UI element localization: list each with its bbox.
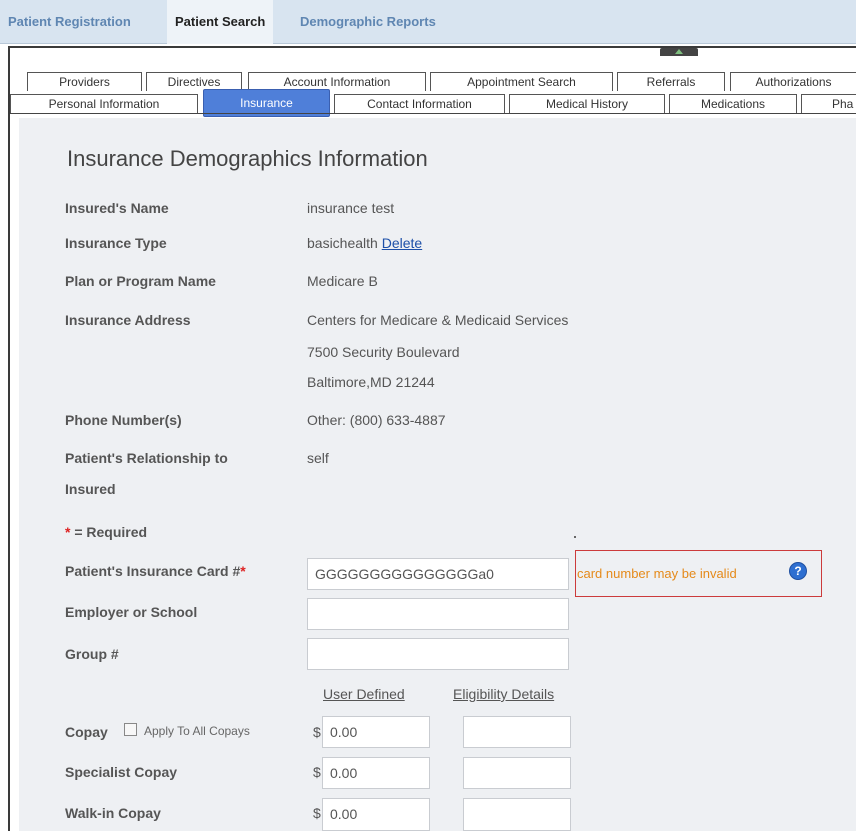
required-legend: * = Required (65, 524, 147, 540)
required-asterisk: * (65, 524, 71, 540)
tab-contact-information[interactable]: Contact Information (334, 94, 505, 113)
insured-name-label: Insured's Name (65, 200, 169, 216)
delete-link[interactable]: Delete (382, 235, 422, 251)
tab-personal-information[interactable]: Personal Information (10, 94, 198, 113)
copay-eligibility-input[interactable] (463, 716, 571, 748)
walkin-copay-currency: $ (313, 805, 321, 821)
specialist-eligibility-input[interactable] (463, 757, 571, 789)
walkin-eligibility-input[interactable] (463, 798, 571, 831)
collapse-handle-icon[interactable] (660, 48, 698, 56)
walkin-copay-label: Walk-in Copay (65, 805, 161, 821)
stray-dot (574, 536, 576, 538)
user-defined-header: User Defined (323, 686, 405, 702)
relationship-value: self (307, 450, 329, 466)
insurance-type-text: basichealth (307, 235, 378, 251)
insured-name-value: insurance test (307, 200, 395, 216)
insurance-type-label: Insurance Type (65, 235, 167, 251)
tab-providers[interactable]: Providers (27, 72, 142, 91)
copay-currency: $ (313, 724, 321, 740)
apply-all-copays-checkbox[interactable] (124, 723, 137, 736)
card-warning-text: card number may be invalid (577, 566, 737, 581)
phone-value: Other: (800) 633-4887 (307, 412, 446, 428)
tab-divider (10, 113, 856, 114)
card-number-label: Patient's Insurance Card #* (65, 563, 246, 579)
specialist-copay-label: Specialist Copay (65, 764, 178, 780)
nav-demographic-reports[interactable]: Demographic Reports (292, 0, 444, 44)
top-nav: Patient Registration Patient Search Demo… (0, 0, 856, 44)
employer-label: Employer or School (65, 604, 198, 620)
group-input[interactable] (307, 638, 569, 670)
copay-label: Copay (65, 724, 108, 740)
tab-medications[interactable]: Medications (669, 94, 797, 113)
tab-authorizations[interactable]: Authorizations (730, 72, 856, 91)
group-label: Group # (65, 646, 119, 662)
tab-appointment-search[interactable]: Appointment Search (430, 72, 613, 91)
specialist-copay-input[interactable]: 0.00 (322, 757, 430, 789)
phone-label: Phone Number(s) (65, 412, 182, 428)
card-number-label-text: Patient's Insurance Card # (65, 563, 241, 579)
tab-referrals[interactable]: Referrals (617, 72, 725, 91)
plan-value: Medicare B (307, 273, 378, 289)
card-required-asterisk: * (240, 563, 246, 579)
address-line-2: 7500 Security Boulevard (307, 344, 460, 360)
copay-input[interactable]: 0.00 (322, 716, 430, 748)
tab-pharmacy[interactable]: Pha (801, 94, 856, 113)
address-label: Insurance Address (65, 312, 191, 328)
page-title: Insurance Demographics Information (67, 146, 428, 171)
nav-patient-registration[interactable]: Patient Registration (0, 0, 139, 44)
required-legend-text: = Required (74, 524, 148, 540)
walkin-copay-input[interactable]: 0.00 (322, 798, 430, 831)
help-icon[interactable]: ? (789, 562, 807, 580)
relationship-label-line1: Patient's Relationship to (65, 450, 228, 466)
address-line-1: Centers for Medicare & Medicaid Services (307, 312, 569, 328)
apply-all-copays-label: Apply To All Copays (144, 724, 250, 738)
address-line-3: Baltimore,MD 21244 (307, 374, 435, 390)
relationship-label-line2: Insured (65, 481, 116, 497)
insurance-type-value: basichealth Delete (307, 235, 422, 251)
card-number-input[interactable]: GGGGGGGGGGGGGGGa0 (307, 558, 569, 590)
employer-input[interactable] (307, 598, 569, 630)
eligibility-details-header: Eligibility Details (453, 686, 555, 702)
plan-label: Plan or Program Name (65, 273, 216, 289)
nav-patient-search[interactable]: Patient Search (167, 0, 274, 44)
specialist-copay-currency: $ (313, 764, 321, 780)
tab-medical-history[interactable]: Medical History (509, 94, 665, 113)
